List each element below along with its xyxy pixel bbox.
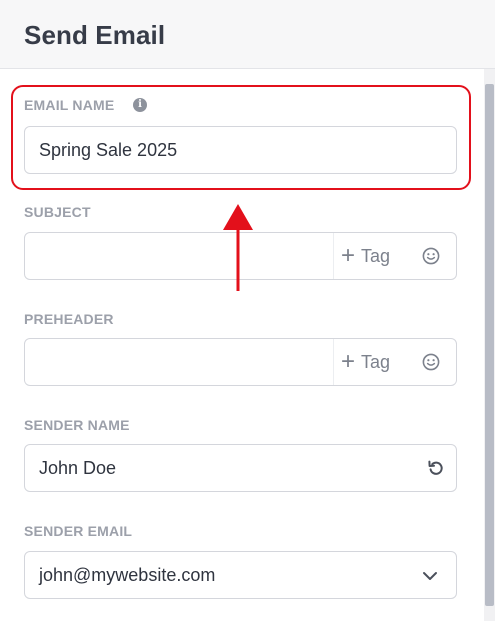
annotation-highlight-box [11,85,471,190]
field-divider [333,339,334,385]
sender-email-select[interactable]: john@mywebsite.com [24,551,457,599]
undo-icon[interactable] [426,458,446,478]
smiley-icon[interactable] [422,353,440,371]
sender-name-label: SENDER NAME [24,417,130,433]
preheader-input[interactable]: + Tag [24,338,457,386]
subject-add-tag-button[interactable]: + Tag [341,233,390,279]
annotation-arrow-up-icon [223,204,253,291]
subject-label: SUBJECT [24,204,91,220]
sender-name-input[interactable]: John Doe [24,444,457,492]
smiley-icon[interactable] [422,247,440,265]
sender-name-value: John Doe [39,458,117,478]
plus-icon: + [341,348,356,375]
plus-icon: + [341,242,356,269]
preheader-label: PREHEADER [24,311,114,327]
panel-header: Send Email [0,0,495,69]
panel-title: Send Email [24,20,166,50]
preheader-add-tag-button[interactable]: + Tag [341,339,390,385]
tag-label: Tag [361,245,391,266]
sender-email-value: john@mywebsite.com [39,565,216,585]
scrollbar-thumb[interactable] [485,84,494,606]
chevron-down-icon[interactable] [420,566,440,586]
tag-label: Tag [361,351,391,372]
field-divider [333,233,334,279]
sender-email-label: SENDER EMAIL [24,523,133,539]
